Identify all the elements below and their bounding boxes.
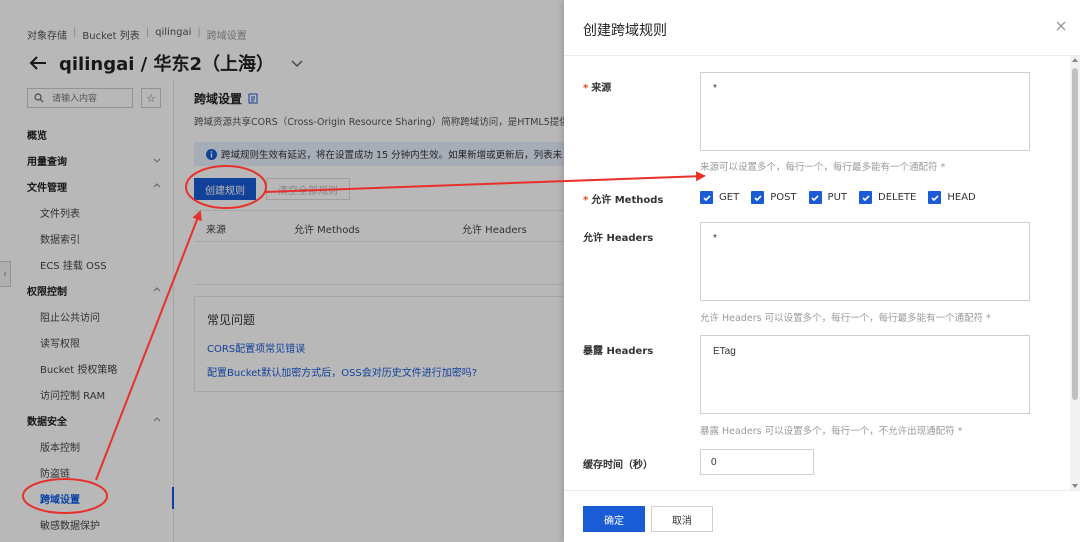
allow-headers-textarea[interactable]: * <box>700 222 1030 301</box>
expose-headers-label: 暴露 Headers <box>583 346 654 357</box>
close-icon[interactable] <box>1054 19 1068 33</box>
checkbox-checked-icon <box>808 191 822 204</box>
confirm-button[interactable]: 确定 <box>583 506 645 532</box>
modal-overlay[interactable] <box>0 0 564 542</box>
method-checkbox-post[interactable]: POST <box>751 191 797 204</box>
source-label-text: 来源 <box>591 83 612 94</box>
method-label: PUT <box>827 192 848 203</box>
allow-headers-help: 允许 Headers 可以设置多个，每行一个，每行最多能有一个通配符 * <box>700 313 991 324</box>
expose-headers-textarea[interactable]: ETag <box>700 335 1030 414</box>
create-cors-rule-drawer: 创建跨域规则 * 来源 * 来源可以设置多个，每行一个，每行最多能有一个通配符 *… <box>564 0 1080 542</box>
cancel-button[interactable]: 取消 <box>651 506 713 532</box>
expose-headers-help: 暴露 Headers 可以设置多个，每行一个，不允许出现通配符 * <box>700 426 963 437</box>
drawer-header: 创建跨域规则 <box>564 0 1080 56</box>
source-label: * 来源 <box>583 79 611 94</box>
source-help: 来源可以设置多个，每行一个，每行最多能有一个通配符 * <box>700 162 946 173</box>
required-mark: * <box>583 83 589 94</box>
checkbox-checked-icon <box>700 191 713 204</box>
method-checkbox-head[interactable]: HEAD <box>928 191 976 204</box>
checkbox-checked-icon <box>859 191 873 204</box>
scrollbar-thumb[interactable] <box>1072 68 1078 400</box>
source-textarea[interactable]: * <box>700 72 1030 151</box>
checkbox-checked-icon <box>928 191 942 204</box>
scroll-up-arrow-icon[interactable] <box>1072 58 1078 62</box>
scroll-down-arrow-icon[interactable] <box>1072 484 1078 488</box>
drawer-title: 创建跨域规则 <box>583 23 667 39</box>
method-checkbox-put[interactable]: PUT <box>808 191 848 204</box>
drawer-scrollbar[interactable] <box>1070 56 1080 490</box>
required-mark: * <box>583 195 589 206</box>
method-label: HEAD <box>947 192 976 203</box>
drawer-body: * 来源 * 来源可以设置多个，每行一个，每行最多能有一个通配符 * * 允许 Me… <box>564 56 1070 490</box>
method-checkbox-delete[interactable]: DELETE <box>859 191 916 204</box>
checkbox-checked-icon <box>751 191 765 204</box>
cache-time-input[interactable] <box>700 449 814 475</box>
method-label: DELETE <box>878 192 917 203</box>
method-label: POST <box>770 192 797 203</box>
methods-checkbox-group: GET POST PUT DELETE HEAD <box>700 191 976 204</box>
methods-label: * 允许 Methods <box>583 191 663 206</box>
cache-time-label: 缓存时间（秒） <box>583 460 653 471</box>
method-label: GET <box>719 192 740 203</box>
drawer-footer: 确定 取消 <box>564 490 1080 542</box>
allow-headers-label: 允许 Headers <box>583 233 654 244</box>
methods-label-text: 允许 Methods <box>591 195 664 206</box>
method-checkbox-get[interactable]: GET <box>700 191 739 204</box>
